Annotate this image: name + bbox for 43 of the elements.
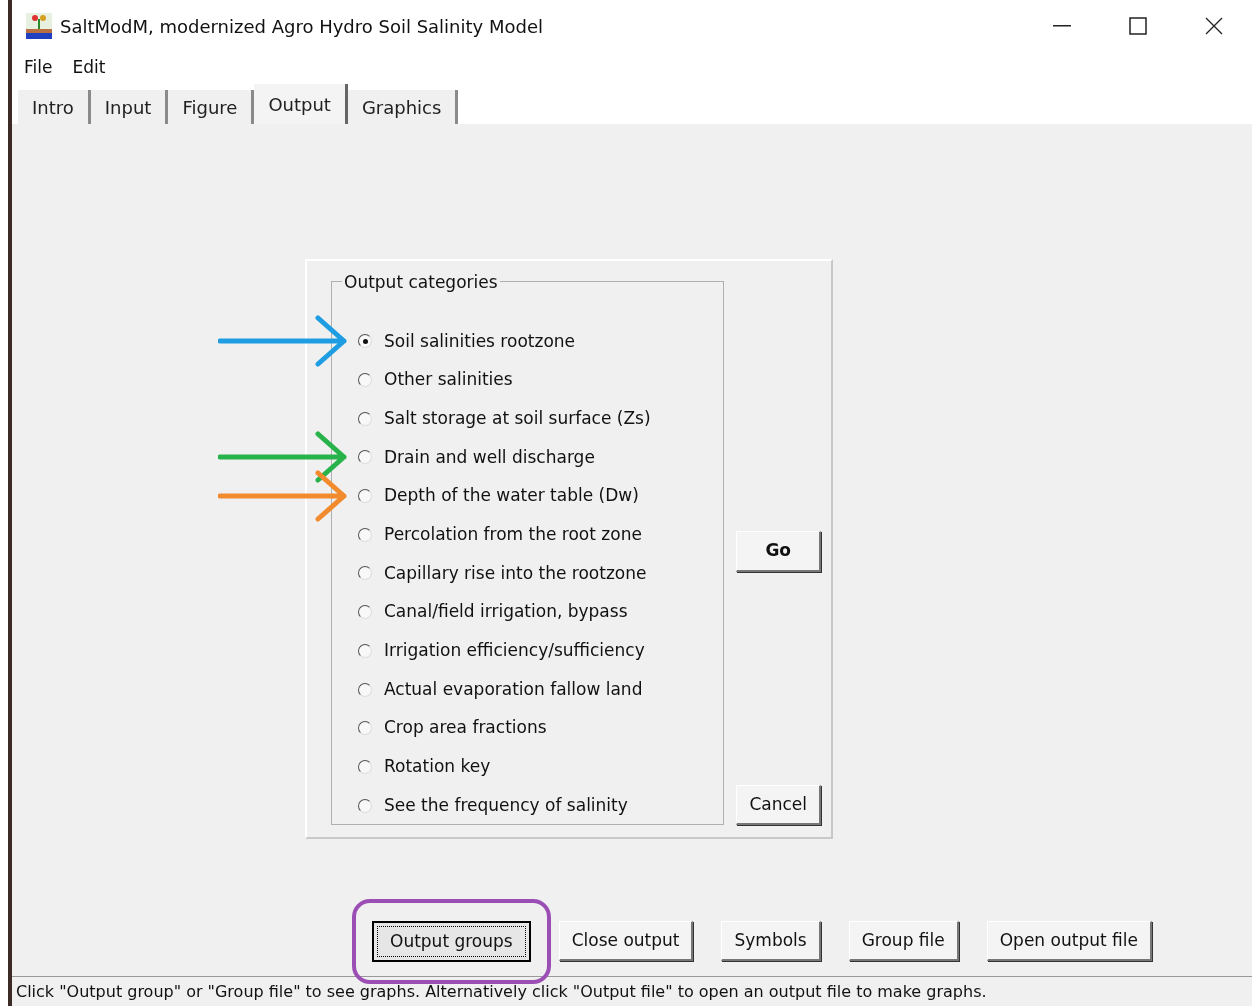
cancel-button[interactable]: Cancel bbox=[736, 784, 821, 825]
action-button[interactable]: Group file bbox=[848, 920, 959, 961]
radio-label[interactable]: Soil salinities rootzone bbox=[384, 328, 575, 355]
radio-button[interactable] bbox=[358, 721, 372, 736]
action-button[interactable]: Output groups bbox=[372, 920, 531, 962]
menu-item[interactable]: File bbox=[24, 55, 53, 81]
radio-label[interactable]: Capillary rise into the rootzone bbox=[384, 560, 647, 587]
radio-button[interactable] bbox=[358, 450, 372, 465]
tab[interactable]: Input bbox=[90, 90, 169, 124]
radio-button[interactable] bbox=[358, 643, 372, 658]
menu-item[interactable]: Edit bbox=[72, 55, 106, 81]
radio-label[interactable]: Drain and well discharge bbox=[384, 444, 595, 471]
radio-button[interactable] bbox=[358, 682, 372, 697]
radio-label[interactable]: Depth of the water table (Dw) bbox=[384, 483, 639, 509]
tab[interactable]: Output bbox=[254, 84, 348, 124]
radio-label[interactable]: Salt storage at soil surface (Zs) bbox=[384, 405, 651, 432]
radio-label[interactable]: Actual evaporation fallow land bbox=[384, 676, 643, 703]
radio-button[interactable] bbox=[358, 411, 372, 426]
radio-button[interactable] bbox=[358, 527, 372, 542]
tab[interactable]: Graphics bbox=[347, 90, 459, 124]
radio-button[interactable] bbox=[358, 334, 372, 349]
radio-button[interactable] bbox=[358, 605, 372, 620]
radio-button[interactable] bbox=[358, 489, 372, 504]
action-button[interactable]: Open output file bbox=[986, 920, 1152, 961]
radio-label[interactable]: See the frequency of salinity bbox=[384, 792, 628, 819]
go-button[interactable]: Go bbox=[736, 531, 821, 572]
status-bar: Click "Output group" or "Group file" to see graphs. Alternatively click "Output file" to open an output file to make graphs. bbox=[12, 976, 1252, 1006]
radio-label[interactable]: Irrigation efficiency/sufficiency bbox=[384, 638, 645, 664]
tab[interactable]: Figure bbox=[168, 90, 255, 124]
window-title: SaltModM, modernized Agro Hydro Soil Salinity Model bbox=[60, 14, 543, 39]
radio-button[interactable] bbox=[358, 373, 372, 388]
radio-label[interactable]: Canal/field irrigation, bypass bbox=[384, 599, 628, 625]
radio-button[interactable] bbox=[358, 566, 372, 581]
action-button[interactable]: Close output bbox=[558, 920, 694, 961]
radio-button[interactable] bbox=[358, 759, 372, 774]
app-logo-icon bbox=[26, 13, 52, 39]
radio-button[interactable] bbox=[358, 798, 372, 813]
action-button[interactable]: Symbols bbox=[721, 920, 821, 961]
radio-label[interactable]: Crop area fractions bbox=[384, 715, 547, 741]
radio-label[interactable]: Percolation from the root zone bbox=[384, 522, 642, 548]
tab[interactable]: Intro bbox=[18, 90, 91, 124]
radio-label[interactable]: Other salinities bbox=[384, 367, 513, 393]
radio-label[interactable]: Rotation key bbox=[384, 754, 491, 780]
